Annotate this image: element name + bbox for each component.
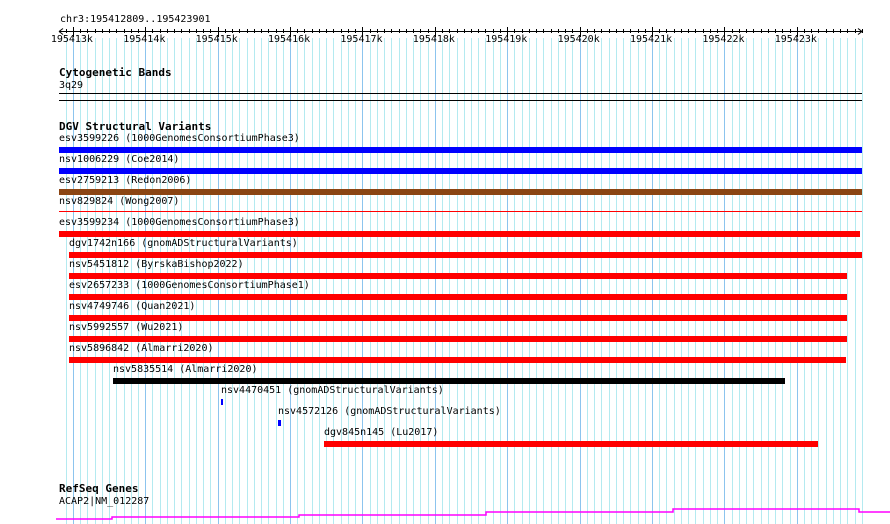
- variant-bar[interactable]: [69, 315, 847, 321]
- variant-label[interactable]: esv2759213 (Redon2006): [59, 175, 191, 187]
- variant-label[interactable]: nsv5896842 (Almarri2020): [69, 343, 214, 355]
- ruler-tick-label: 195417k: [340, 34, 383, 45]
- variant-bar[interactable]: [59, 168, 862, 174]
- variant-label[interactable]: nsv4470451 (gnomADStructuralVariants): [221, 385, 444, 397]
- variant-bar[interactable]: [113, 378, 785, 384]
- ruler-tick-label: 195414k: [123, 34, 166, 45]
- ruler-tick-label: 195422k: [702, 34, 745, 45]
- dgv-track-title[interactable]: DGV Structural Variants: [59, 121, 211, 133]
- variant-bar[interactable]: [69, 294, 847, 300]
- variant-label[interactable]: dgv845n145 (Lu2017): [324, 427, 438, 439]
- variant-bar[interactable]: [59, 147, 862, 153]
- variant-bar[interactable]: [59, 211, 862, 212]
- variant-label[interactable]: nsv1006229 (Coe2014): [59, 154, 179, 166]
- variant-bar[interactable]: [69, 273, 847, 279]
- variant-label[interactable]: nsv829824 (Wong2007): [59, 196, 179, 208]
- cytoband-label: 3q29: [59, 80, 84, 91]
- track-divider: [59, 100, 862, 101]
- ruler-tick-label: 195413k: [50, 34, 93, 45]
- variant-label[interactable]: esv3599226 (1000GenomesConsortiumPhase3): [59, 133, 300, 145]
- location-label: chr3:195412809..195423901: [60, 14, 211, 25]
- variant-bar[interactable]: [221, 399, 223, 405]
- ruler-tick-label: 195419k: [485, 34, 528, 45]
- variant-label[interactable]: nsv4749746 (Quan2021): [69, 301, 195, 313]
- ruler-tick-label: 195423k: [774, 34, 817, 45]
- variant-label[interactable]: nsv4572126 (gnomADStructuralVariants): [278, 406, 501, 418]
- variant-bar[interactable]: [69, 336, 847, 342]
- refseq-track-title[interactable]: RefSeq Genes: [59, 483, 138, 495]
- variant-bar[interactable]: [59, 231, 860, 237]
- variant-label[interactable]: esv3599234 (1000GenomesConsortiumPhase3): [59, 217, 300, 229]
- cytobands-track-title[interactable]: Cytogenetic Bands: [59, 67, 172, 79]
- variant-label[interactable]: nsv5992557 (Wu2021): [69, 322, 183, 334]
- variant-bar[interactable]: [278, 420, 281, 426]
- variant-label[interactable]: nsv5451812 (ByrskaBishop2022): [69, 259, 244, 271]
- variant-bar[interactable]: [69, 357, 846, 363]
- ruler-tick-label: 195415k: [195, 34, 238, 45]
- variant-bar[interactable]: [324, 441, 818, 447]
- ruler-tick-label: 195418k: [412, 34, 455, 45]
- variant-label[interactable]: esv2657233 (1000GenomesConsortiumPhase1): [69, 280, 310, 292]
- ruler-tick-label: 195421k: [629, 34, 673, 45]
- variant-bar[interactable]: [69, 252, 862, 258]
- ruler-tick-label: 195416k: [268, 34, 311, 45]
- ruler-tick-label: 195420k: [557, 34, 600, 45]
- gene-model-acap2[interactable]: [0, 500, 890, 524]
- variant-label[interactable]: dgv1742n166 (gnomADStructuralVariants): [69, 238, 298, 250]
- variant-label[interactable]: nsv5835514 (Almarri2020): [113, 364, 258, 376]
- variant-bar[interactable]: [59, 189, 862, 195]
- cytoband-track-line: [59, 93, 862, 94]
